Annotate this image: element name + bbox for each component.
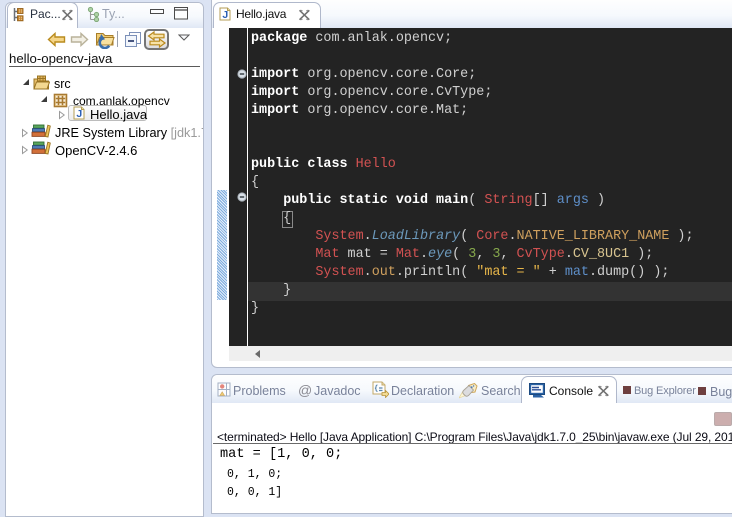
svg-text:J: J [76, 108, 82, 120]
svg-text:J: J [222, 9, 228, 21]
